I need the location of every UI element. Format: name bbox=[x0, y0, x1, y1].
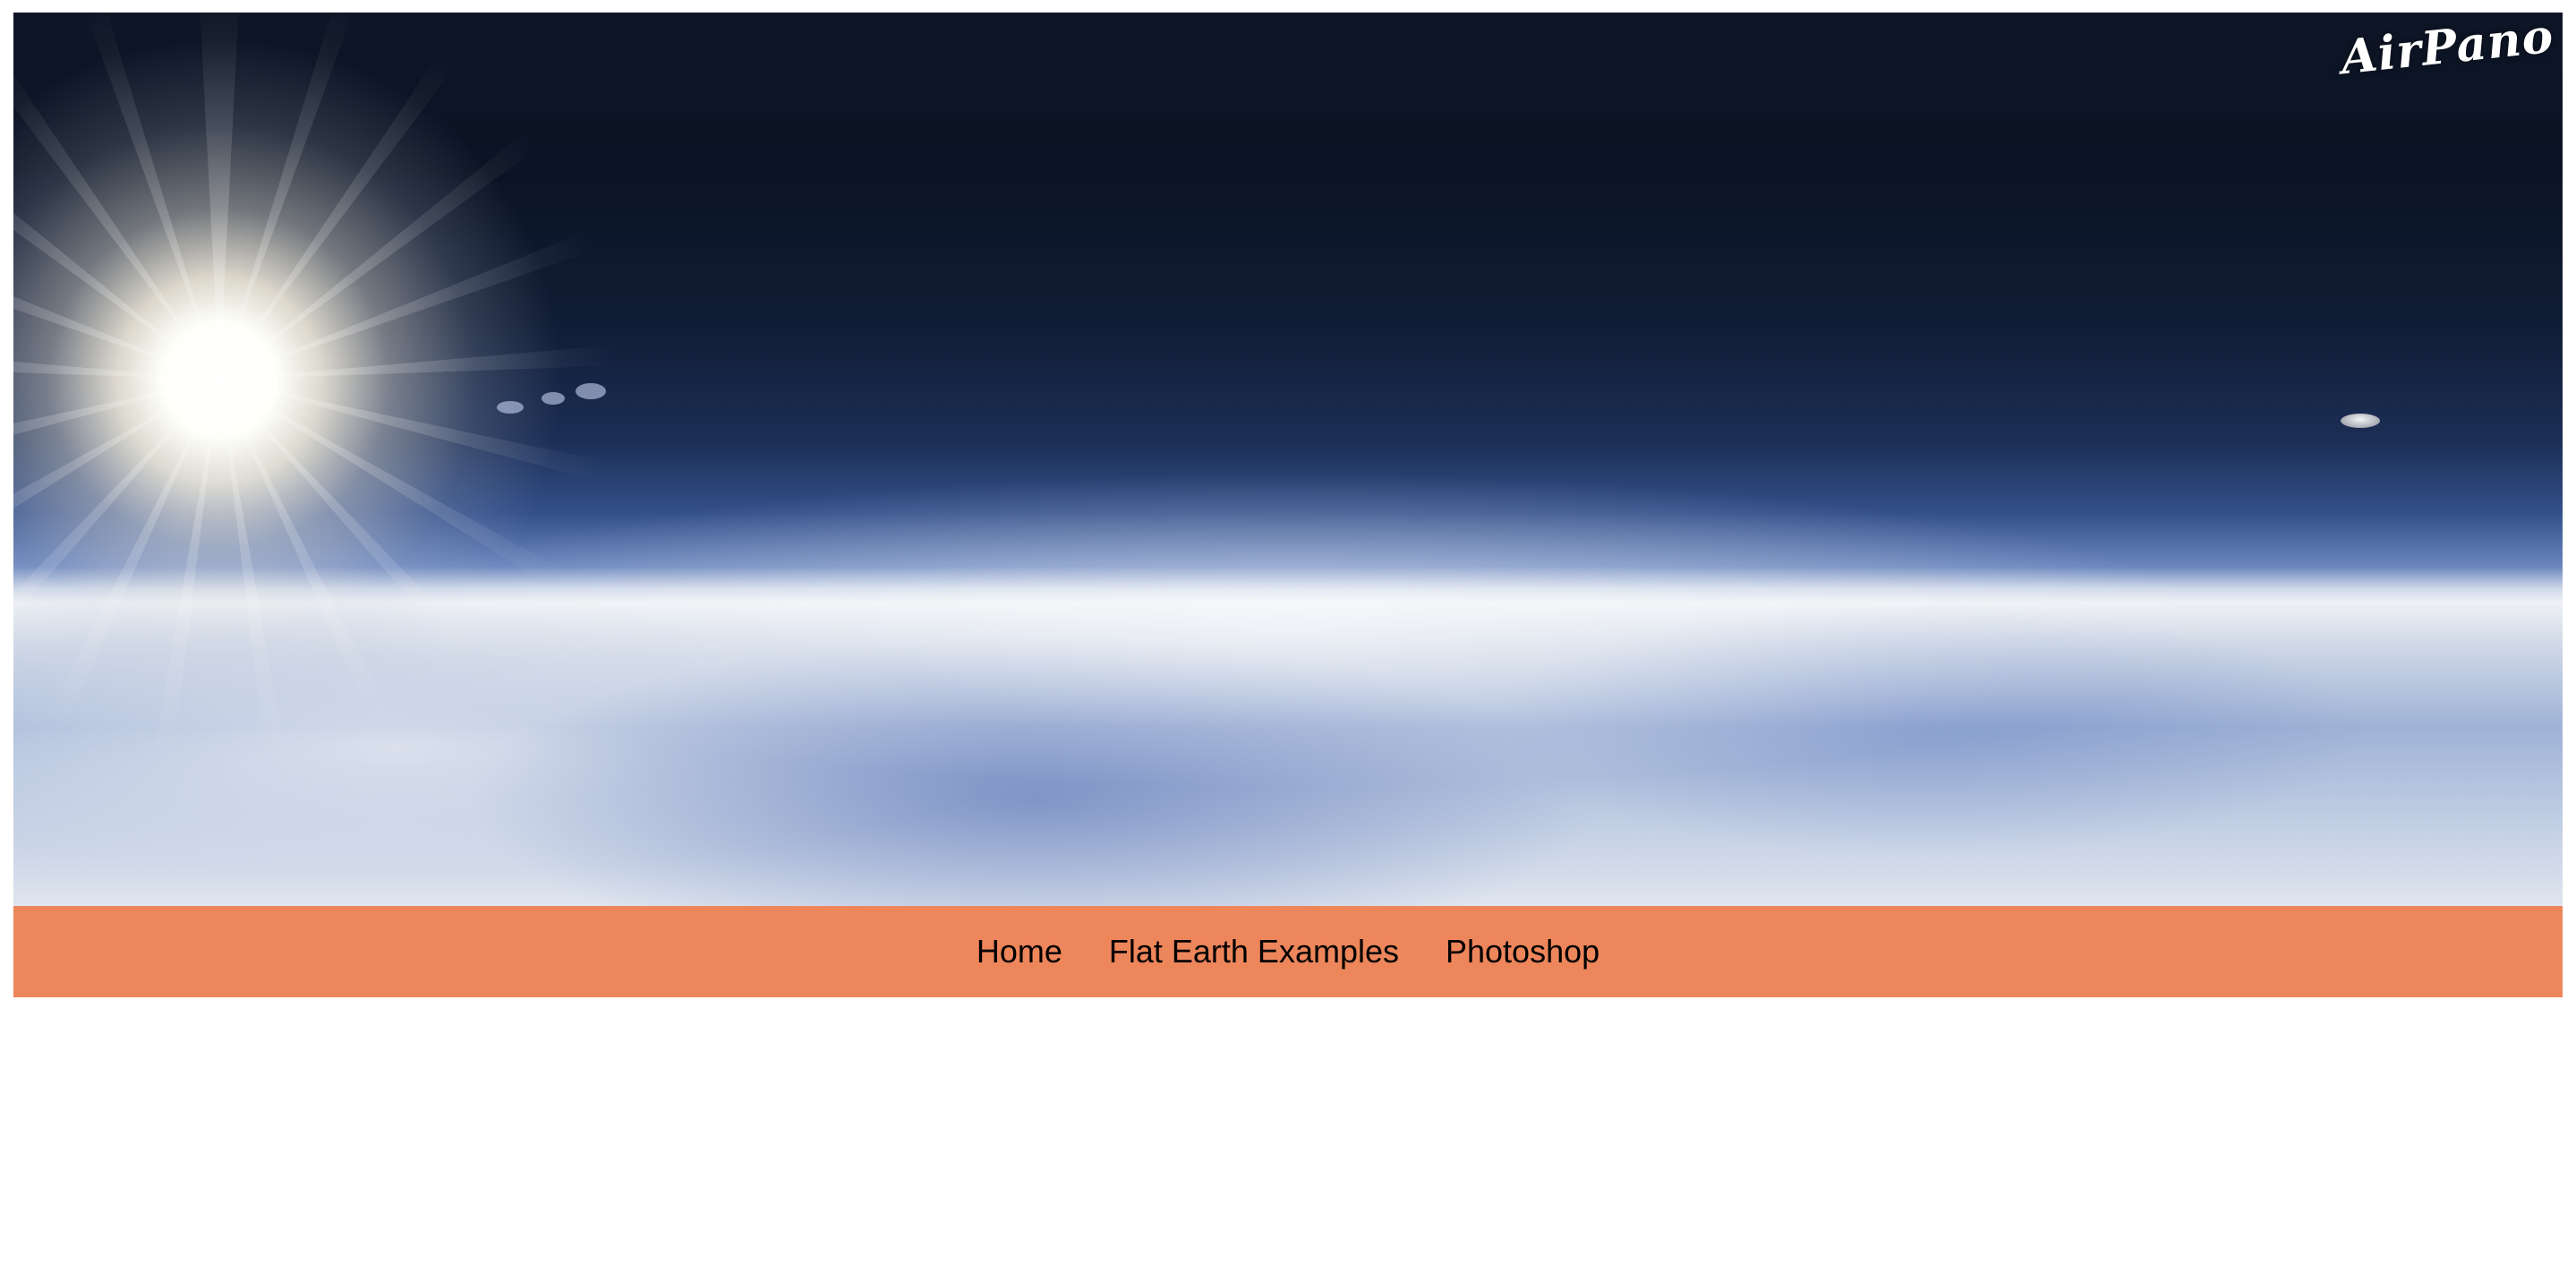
distant-object bbox=[2341, 414, 2380, 428]
nav-link-photoshop[interactable]: Photoshop bbox=[1422, 933, 1623, 970]
main-navigation: Home Flat Earth Examples Photoshop bbox=[13, 906, 2563, 997]
lens-flare bbox=[576, 383, 606, 399]
lens-flare bbox=[542, 392, 565, 405]
hero-banner-image: AirPano bbox=[13, 13, 2563, 906]
page: AirPano Home Flat Earth Examples Photosh… bbox=[13, 13, 2563, 997]
nav-link-flat-earth-examples[interactable]: Flat Earth Examples bbox=[1086, 933, 1422, 970]
nav-link-home[interactable]: Home bbox=[953, 933, 1086, 970]
lens-flare bbox=[497, 401, 524, 414]
